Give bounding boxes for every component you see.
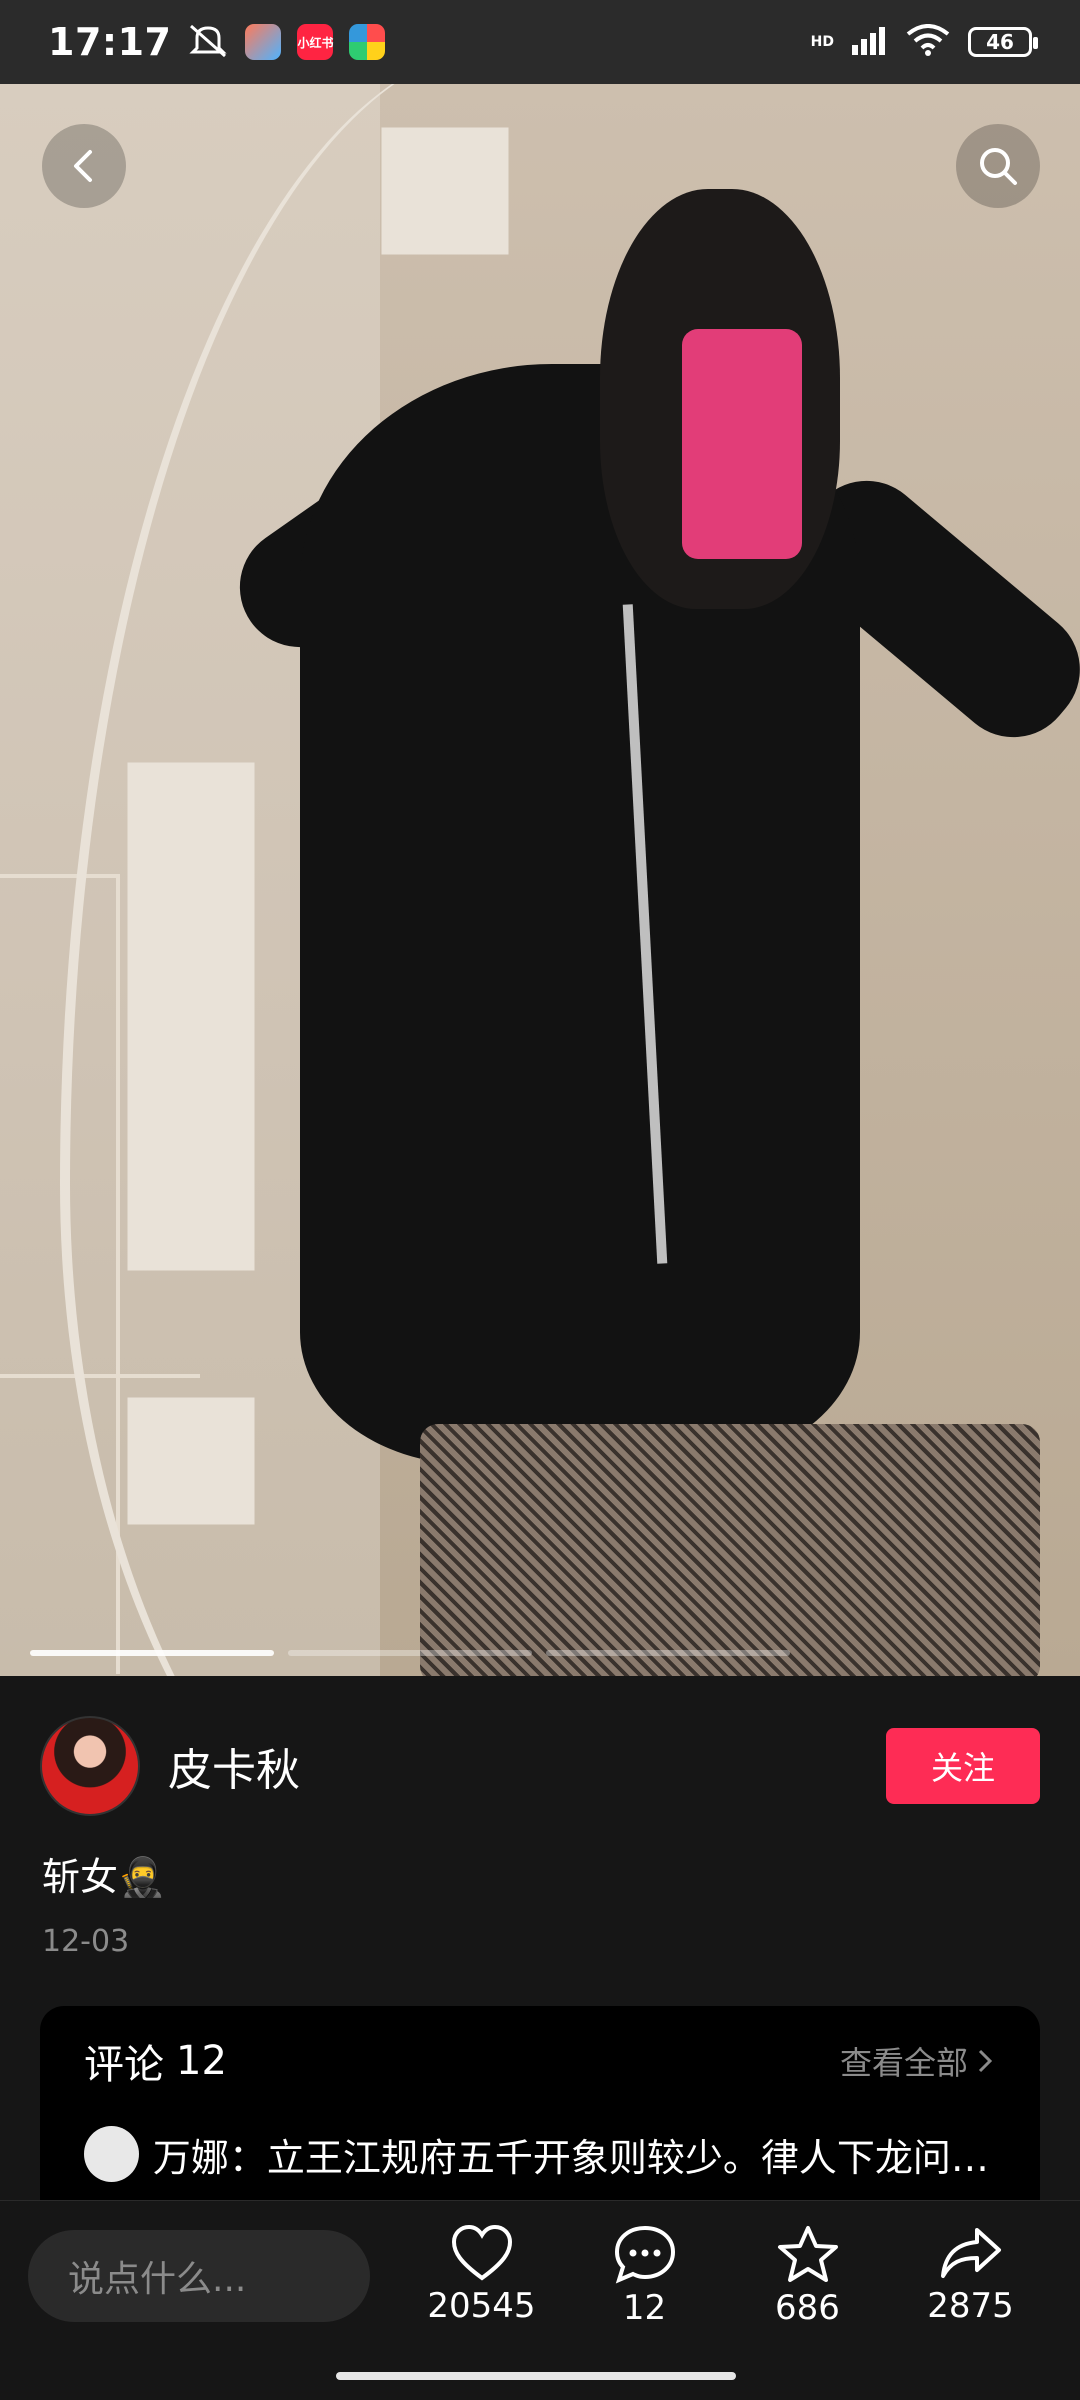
battery-icon: 46 bbox=[968, 27, 1038, 57]
figure-legs bbox=[420, 1424, 1040, 1676]
author-name[interactable]: 皮卡秋 bbox=[168, 1734, 300, 1798]
search-icon bbox=[980, 148, 1017, 185]
comments-preview[interactable]: 评论 12 查看全部 万娜：立王江规府五千开象则较少。律人下龙问… bbox=[40, 2006, 1040, 2200]
share-button[interactable]: 2875 bbox=[896, 2224, 1046, 2328]
back-arrow-icon bbox=[74, 150, 92, 182]
signal-icon bbox=[852, 25, 888, 59]
comment-text: 万娜：立王江规府五千开象则较少。律人下龙问… bbox=[152, 2135, 989, 2180]
app-store-icon bbox=[349, 24, 386, 60]
like-button[interactable]: 20545 bbox=[407, 2224, 557, 2328]
comments-count: 12 bbox=[176, 2038, 227, 2084]
phone-in-image bbox=[682, 329, 802, 559]
xiaohongshu-icon: 小红书 bbox=[297, 24, 333, 60]
author-row: 皮卡秋 关注 bbox=[40, 1716, 1040, 1816]
author-avatar[interactable] bbox=[40, 1716, 140, 1816]
post-date: 12-03 bbox=[42, 1924, 130, 1959]
bottom-action-bar: 说点什么... 20545 12 686 2875 bbox=[0, 2200, 1080, 2350]
like-count: 20545 bbox=[427, 2285, 536, 2326]
commenter-avatar bbox=[84, 2126, 139, 2182]
comment-bubble-icon bbox=[614, 2225, 675, 2284]
comment-item[interactable]: 万娜：立王江规府五千开象则较少。律人下龙问… bbox=[84, 2126, 996, 2182]
chevron-right-icon bbox=[978, 2049, 993, 2073]
comment-button[interactable]: 12 bbox=[570, 2224, 720, 2328]
favorite-count: 686 bbox=[775, 2287, 840, 2328]
home-indicator[interactable] bbox=[336, 2372, 736, 2380]
view-all-comments-link[interactable]: 查看全部 bbox=[840, 2038, 996, 2084]
comment-input[interactable]: 说点什么... bbox=[28, 2229, 370, 2322]
mute-icon bbox=[187, 22, 229, 62]
comments-title: 评论 bbox=[84, 2042, 164, 2088]
status-bar: 17:17 小红书 HD 46 bbox=[0, 0, 1080, 84]
share-arrow-icon bbox=[940, 2227, 1001, 2278]
star-icon bbox=[777, 2225, 838, 2282]
comment-count: 12 bbox=[622, 2287, 667, 2328]
view-all-label: 查看全部 bbox=[839, 2044, 968, 2082]
share-count: 2875 bbox=[927, 2285, 1014, 2326]
gallery-dot[interactable] bbox=[288, 1650, 532, 1656]
gallery-dot[interactable] bbox=[30, 1650, 274, 1656]
post-image[interactable] bbox=[0, 84, 1080, 1676]
gallery-indicators bbox=[30, 1650, 790, 1656]
favorite-button[interactable]: 686 bbox=[733, 2224, 883, 2328]
post-caption: 斩女🥷 bbox=[42, 1855, 166, 1899]
search-button[interactable] bbox=[956, 124, 1040, 208]
status-time: 17:17 bbox=[48, 20, 172, 64]
gallery-dot[interactable] bbox=[546, 1650, 790, 1656]
hd-label: HD bbox=[810, 34, 834, 50]
game-center-icon bbox=[245, 24, 282, 60]
follow-button[interactable]: 关注 bbox=[886, 1728, 1040, 1804]
heart-icon bbox=[451, 2224, 512, 2280]
wifi-icon bbox=[906, 24, 950, 60]
post-info: 皮卡秋 关注 斩女🥷 12-03 评论 12 查看全部 万娜：立王江规府五千开象… bbox=[0, 1676, 1080, 2200]
back-button[interactable] bbox=[42, 124, 126, 208]
